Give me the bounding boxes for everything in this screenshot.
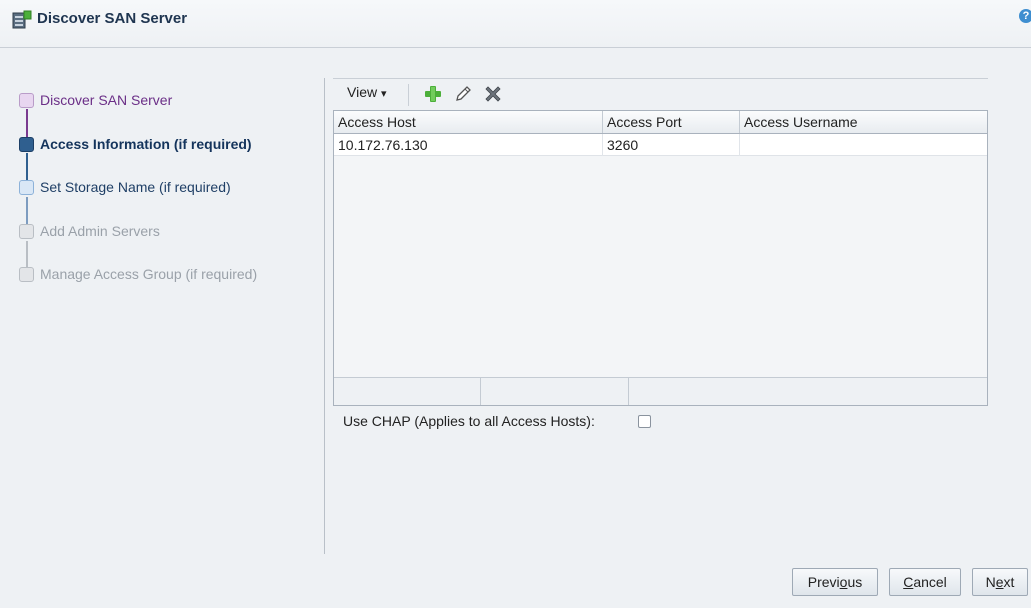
- step-label: Set Storage Name (if required): [40, 179, 231, 195]
- view-menu[interactable]: View ▾: [347, 84, 387, 106]
- edit-icon[interactable]: [453, 84, 473, 104]
- next-button-label-post: xt: [1003, 574, 1015, 590]
- title-bar: Discover SAN Server ?: [0, 0, 1031, 48]
- column-header-access-host[interactable]: Access Host: [334, 111, 603, 133]
- san-server-icon: [12, 10, 32, 29]
- step-add-admin-servers: Add Admin Servers: [19, 221, 279, 243]
- wizard-steps: Discover SAN Server Access Information (…: [0, 78, 320, 308]
- next-button[interactable]: Next: [972, 568, 1028, 596]
- footer-cell: [334, 378, 481, 405]
- use-chap-checkbox[interactable]: [638, 415, 651, 428]
- table-footer: [334, 377, 987, 405]
- cell-access-port: 3260: [603, 134, 740, 156]
- step-label: Add Admin Servers: [40, 223, 160, 239]
- use-chap-label: Use CHAP (Applies to all Access Hosts):: [343, 413, 595, 429]
- next-button-label-pre: N: [985, 574, 996, 590]
- step-label: Access Information (if required): [40, 136, 252, 152]
- next-button-mnemonic: e: [995, 574, 1004, 590]
- cell-access-host: 10.172.76.130: [334, 134, 603, 156]
- column-header-access-username[interactable]: Access Username: [740, 111, 987, 133]
- step-marker-icon: [19, 137, 34, 152]
- previous-button[interactable]: Previous: [792, 568, 878, 596]
- cell-access-username: [740, 134, 987, 156]
- step-access-information: Access Information (if required): [19, 134, 299, 156]
- step-marker-icon: [19, 93, 34, 108]
- step-manage-access-group: Manage Access Group (if required): [19, 264, 309, 286]
- chevron-down-icon: ▾: [380, 88, 387, 100]
- previous-button-label-pre: Previ: [807, 574, 840, 590]
- toolbar-separator: [408, 84, 409, 106]
- footer-cell: [481, 378, 629, 405]
- column-header-access-port[interactable]: Access Port: [603, 111, 740, 133]
- delete-icon[interactable]: [483, 84, 503, 104]
- add-icon[interactable]: [423, 84, 443, 104]
- table-row[interactable]: 10.172.76.130 3260: [334, 134, 987, 156]
- previous-button-label-post: us: [847, 574, 863, 590]
- step-label: Discover SAN Server: [40, 92, 173, 108]
- access-hosts-table: Access Host Access Port Access Username …: [333, 110, 988, 406]
- toolbar-top-divider: [333, 78, 988, 79]
- table-toolbar: View ▾: [333, 80, 988, 110]
- step-marker-icon: [19, 224, 34, 239]
- cancel-button[interactable]: Cancel: [889, 568, 961, 596]
- step-discover-san-server[interactable]: Discover SAN Server: [19, 90, 279, 112]
- content-divider: [324, 78, 325, 554]
- step-marker-icon: [19, 180, 34, 195]
- view-menu-label: View: [347, 84, 378, 100]
- cancel-button-label-post: ancel: [913, 574, 947, 590]
- help-icon[interactable]: ?: [1019, 9, 1031, 23]
- step-label: Manage Access Group (if required): [40, 266, 258, 282]
- step-marker-icon: [19, 267, 34, 282]
- dialog-title: Discover SAN Server: [37, 10, 188, 27]
- table-header: Access Host Access Port Access Username: [334, 111, 987, 134]
- cancel-button-mnemonic: C: [903, 574, 914, 590]
- step-set-storage-name[interactable]: Set Storage Name (if required): [19, 177, 299, 199]
